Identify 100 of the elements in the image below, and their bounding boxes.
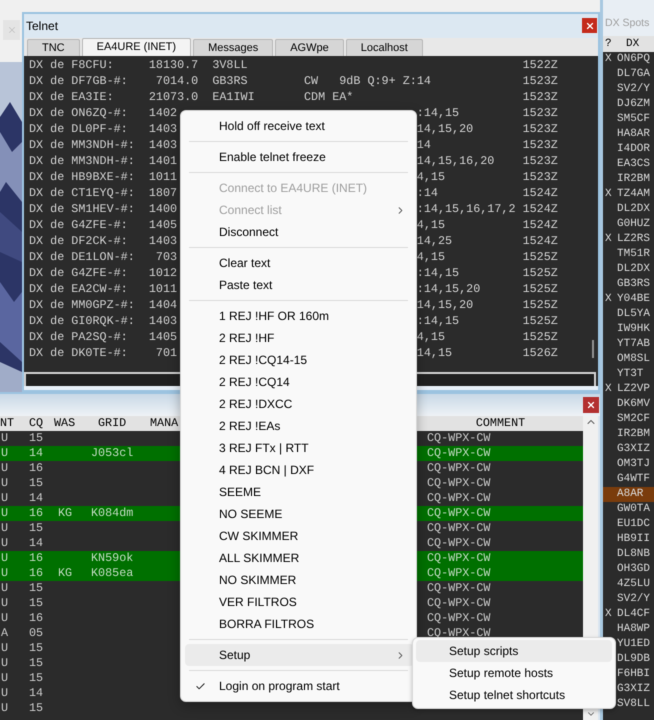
table-cell: U (1, 701, 8, 715)
terminal-line: :14,15 (416, 104, 460, 121)
spot-call: IR2BM (617, 427, 650, 442)
terminal-line: DX de G4ZFE-#: 1012 (29, 264, 178, 281)
table-cell: CQ-WPX-CW (427, 581, 490, 595)
spot-call: YU1ED (617, 637, 650, 652)
spot-call: DL8NB (617, 547, 650, 562)
terminal-line: DX de DK0TE-#: 701 (29, 344, 178, 361)
timestamp: 1524Z (522, 216, 558, 233)
spot-call: TZ4AM (617, 187, 650, 202)
spot-call: TM51R (617, 247, 650, 262)
table-cell: 15 (29, 701, 44, 715)
timestamp: 1526Z (522, 344, 558, 361)
spot-call: DK6MV (617, 397, 650, 412)
spot-call: I4DOR (617, 142, 650, 157)
spot-call: F6HBI (617, 667, 650, 682)
spot-call: LZ2VP (617, 382, 650, 397)
table-cell: CQ-WPX-CW (427, 521, 490, 535)
table-cell: CQ-WPX-CW (427, 431, 490, 445)
spot-call: DL9DB (617, 652, 650, 667)
terminal-line: DX de DE1LON-#: 703 (29, 248, 178, 265)
spot-mark: X (605, 233, 612, 245)
spot-call: DL5YA (617, 307, 650, 322)
table-cell: U (1, 536, 8, 550)
table-cell: KN59ok (91, 551, 134, 565)
spot-call: OM8SL (617, 352, 650, 367)
timestamp: 1525Z (522, 328, 558, 345)
table-cell: U (1, 446, 8, 460)
spot-call: YT7AB (617, 337, 650, 352)
table-cell: U (1, 611, 8, 625)
timestamp: 1525Z (522, 296, 558, 313)
spot-call: DL2DX (617, 262, 650, 277)
timestamp: 1524Z (522, 232, 558, 249)
timestamp: 1524Z (522, 184, 558, 201)
spot-mark: X (605, 293, 612, 305)
table-cell: 16 (29, 506, 44, 520)
terminal-line: :14 (416, 184, 439, 201)
terminal-line: :14,15,20 (416, 280, 482, 297)
spot-call: OM3TJ (617, 457, 650, 472)
table-cell: CQ-WPX-CW (427, 461, 490, 475)
table-cell: CQ-WPX-CW (427, 551, 490, 565)
timestamp: 1525Z (522, 248, 558, 265)
window-title: Telnet (26, 18, 58, 35)
spot-call: 4Z5LU (617, 577, 650, 592)
table-cell: KG (58, 506, 72, 520)
table-cell: 15 (29, 641, 44, 655)
terminal-line: 4,15 (416, 168, 446, 185)
table-cell: U (1, 686, 8, 700)
table-cell: U (1, 671, 8, 685)
table-cell: U (1, 521, 8, 535)
terminal-line: DX de EA3IE: 21073.0 EA1IWI CDM EA* (29, 88, 354, 105)
table-cell: 14 (29, 491, 44, 505)
table-cell: U (1, 596, 8, 610)
terminal-line: DX de CT1EYQ-#: 1807 (29, 184, 178, 201)
timestamp: 1523Z (522, 136, 558, 153)
spot-mark: X (605, 383, 612, 395)
terminal-line: DX de HB9BXE-#: 1011 (29, 168, 178, 185)
table-cell: 15 (29, 656, 44, 670)
table-cell: 14 (29, 536, 44, 550)
table-cell: A (1, 626, 8, 640)
spot-call: DL2DX (617, 202, 650, 217)
table-cell: U (1, 476, 8, 490)
table-cell: 05 (29, 626, 44, 640)
terminal-line: :14,15 (416, 312, 460, 329)
spot-call: YT3T (617, 367, 644, 382)
spot-mark: X (605, 608, 612, 620)
timestamp: 1523Z (522, 88, 558, 105)
terminal-line: DX de ON6ZQ-#: 1402 (29, 104, 178, 121)
spot-call: EU1DC (617, 517, 650, 532)
table-cell: K085ea (91, 566, 134, 580)
terminal-line: 4,15 (416, 216, 446, 233)
terminal-line: DX de DF7GB-#: 7014.0 GB3RS CW 9dB Q:9+ Z:14 (29, 72, 432, 89)
terminal-line: DX de DL0PF-#: 1403 (29, 120, 178, 137)
terminal-line: DX de SM1HEV-#: 1400 (29, 200, 178, 217)
spot-call: HA8WP (617, 622, 650, 637)
spot-call: G0HUZ (617, 217, 650, 232)
terminal-line: 14,15,16,20 (416, 152, 496, 169)
table-cell: CQ-WPX-CW (427, 491, 490, 505)
terminal-line: 14,15,20 (416, 296, 474, 313)
table-cell: 14 (29, 446, 44, 460)
table-cell: CQ-WPX-CW (427, 536, 490, 550)
table-cell: U (1, 431, 8, 445)
timestamp: 1522Z (522, 56, 558, 73)
table-cell: CQ-WPX-CW (427, 596, 490, 610)
spot-call: DL4CF (617, 607, 650, 622)
table-cell: 15 (29, 671, 44, 685)
terminal-line: DX de MM3NDH-#: 1401 (29, 152, 178, 169)
panel-title: DX Spots (605, 16, 650, 32)
table-cell: 16 (29, 461, 44, 475)
terminal-line: DX de EA2CW-#: 1011 (29, 280, 178, 297)
spot-call: SM2CF (617, 412, 650, 427)
spot-call: IW9HK (617, 322, 650, 337)
spot-call: OH3GD (617, 562, 650, 577)
spot-call: IR2BM (617, 172, 650, 187)
terminal-line: DX de PA2SQ-#: 1405 (29, 328, 178, 345)
table-cell: K084dm (91, 506, 134, 520)
spot-call: GW0TA (617, 502, 650, 517)
timestamp: 1525Z (522, 264, 558, 281)
table-cell: CQ-WPX-CW (427, 506, 490, 520)
terminal-line: 14,25 (416, 232, 454, 249)
